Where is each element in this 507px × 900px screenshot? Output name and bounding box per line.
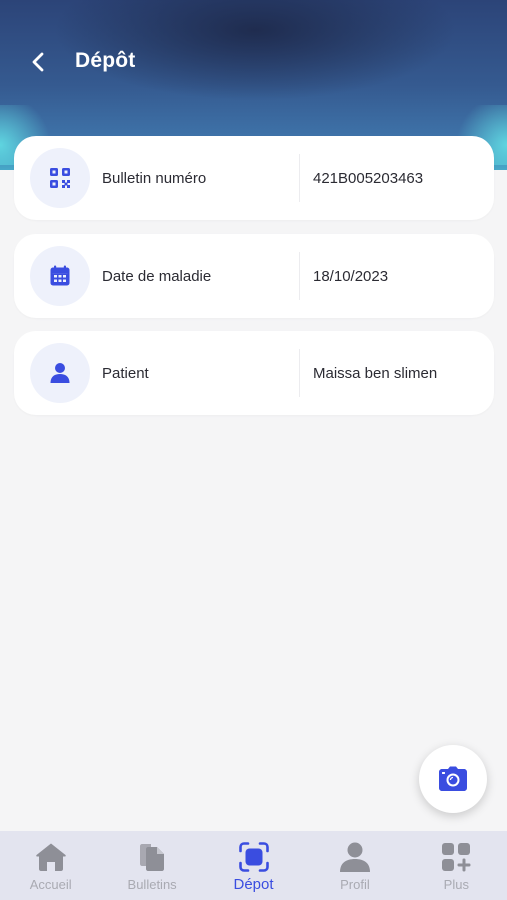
nav-label-profil: Profil (340, 877, 370, 892)
nav-item-depot[interactable]: Dépot (203, 831, 304, 900)
screen: Dépôt Bulletin numéro 421B005203463 Date… (0, 0, 507, 900)
bulletin-number-card: Bulletin numéro 421B005203463 (14, 136, 494, 220)
home-icon (35, 843, 66, 871)
nav-label-bulletins: Bulletins (127, 877, 177, 892)
bulletin-number-label: Bulletin numéro (102, 169, 207, 187)
date-icon-badge (30, 246, 90, 306)
bulletin-icon-badge (30, 148, 90, 208)
patient-card: Patient Maissa ben slimen (14, 331, 494, 415)
illness-date-label: Date de maladie (102, 267, 212, 285)
illness-date-card: Date de maladie 18/10/2023 (14, 234, 494, 318)
nav-item-bulletins[interactable]: Bulletins (101, 831, 202, 900)
calendar-icon (50, 265, 70, 286)
nav-label-accueil: Accueil (29, 877, 72, 892)
nav-label-depot: Dépot (233, 876, 274, 893)
camera-icon (439, 766, 467, 791)
qr-code-icon (50, 168, 70, 188)
scan-icon (238, 842, 269, 872)
nav-item-accueil[interactable]: Accueil (0, 831, 101, 900)
patient-value: Maissa ben slimen (313, 364, 438, 382)
camera-button[interactable] (419, 745, 487, 813)
patient-icon-badge (30, 343, 90, 403)
bottom-navigation: Accueil Bulletins Dépot Profil Plus (0, 831, 507, 900)
card-divider (299, 252, 300, 300)
profile-icon (339, 842, 370, 872)
chevron-left-icon (32, 52, 44, 72)
page-title: Dépôt (75, 49, 136, 72)
grid-plus-icon (442, 843, 471, 872)
back-button[interactable] (22, 46, 54, 78)
illness-date-value: 18/10/2023 (313, 267, 389, 285)
nav-item-plus[interactable]: Plus (406, 831, 507, 900)
nav-label-plus: Plus (443, 877, 469, 892)
patient-label: Patient (102, 364, 149, 382)
card-divider (299, 154, 300, 202)
card-divider (299, 349, 300, 397)
user-icon (50, 363, 70, 383)
documents-icon (140, 844, 165, 871)
bulletin-number-value: 421B005203463 (313, 169, 424, 187)
nav-item-profil[interactable]: Profil (304, 831, 405, 900)
